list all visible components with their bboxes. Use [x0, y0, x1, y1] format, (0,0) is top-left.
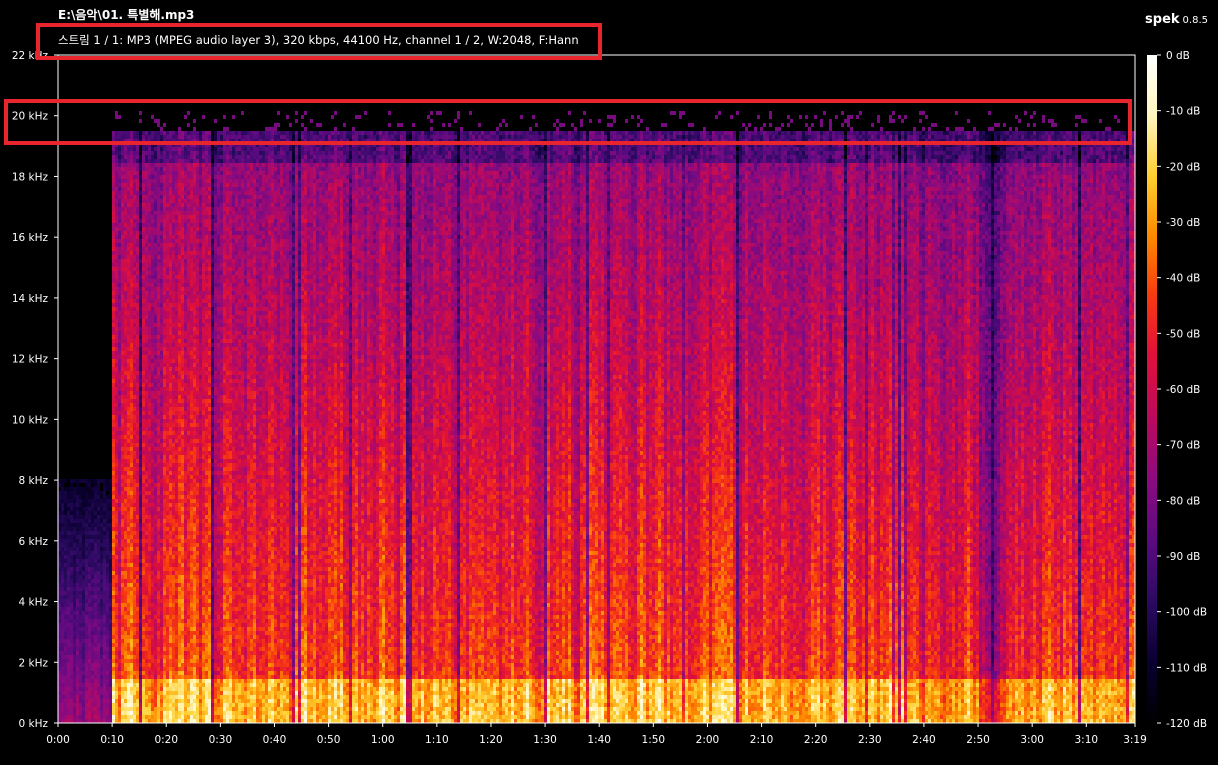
colorbar — [1147, 55, 1157, 723]
time-axis: 0:00 0:10 0:20 0:30 0:40 0:50 1:00 1:10 1:20 1:30… — [46, 723, 1147, 746]
x-tick-label: 2:20 — [804, 734, 828, 746]
colorbar-tick-label: -70 dB — [1166, 440, 1200, 452]
x-tick-label: 0:20 — [154, 734, 178, 746]
x-tick-label: 1:20 — [479, 734, 503, 746]
colorbar-tick-label: -100 dB — [1166, 607, 1207, 619]
x-tick-label: 2:40 — [912, 734, 936, 746]
colorbar-tick-label: 0 dB — [1166, 50, 1190, 62]
y-tick-label: 10 kHz — [12, 414, 49, 426]
colorbar-tick-label: -50 dB — [1166, 328, 1200, 340]
x-tick-label: 0:00 — [46, 734, 70, 746]
colorbar-tick-label: -60 dB — [1166, 384, 1200, 396]
y-tick-label: 14 kHz — [12, 293, 49, 305]
y-tick-label: 16 kHz — [12, 232, 49, 244]
frequency-axis: 0 kHz 2 kHz 4 kHz 6 kHz 8 kHz 10 kHz 12 kHz 14 … — [12, 50, 58, 730]
colorbar-tick-label: -90 dB — [1166, 551, 1200, 563]
colorbar-tick-label: -80 dB — [1166, 495, 1200, 507]
colorbar-tick-label: -30 dB — [1166, 217, 1200, 229]
x-tick-label: 3:10 — [1074, 734, 1098, 746]
x-tick-label: 0:10 — [100, 734, 124, 746]
x-tick-label: 1:10 — [425, 734, 449, 746]
x-tick-label: 3:19 — [1123, 734, 1147, 746]
y-tick-label: 6 kHz — [18, 536, 48, 548]
colorbar-tick-label: -120 dB — [1166, 718, 1207, 730]
colorbar-tick-label: -20 dB — [1166, 161, 1200, 173]
y-tick-label: 0 kHz — [18, 718, 48, 730]
stream-info-highlight-box — [36, 23, 602, 60]
colorbar-tick-label: -110 dB — [1166, 662, 1207, 674]
x-tick-label: 1:30 — [533, 734, 557, 746]
frequency-cutoff-highlight-box — [4, 99, 1132, 145]
x-tick-label: 1:40 — [587, 734, 611, 746]
y-tick-label: 8 kHz — [18, 475, 48, 487]
x-tick-label: 0:40 — [263, 734, 287, 746]
x-tick-label: 2:10 — [750, 734, 774, 746]
x-tick-label: 0:50 — [317, 734, 341, 746]
x-tick-label: 2:30 — [858, 734, 882, 746]
y-tick-label: 18 kHz — [12, 171, 49, 183]
x-tick-label: 0:30 — [209, 734, 233, 746]
y-tick-label: 2 kHz — [18, 657, 48, 669]
x-tick-label: 2:00 — [696, 734, 720, 746]
y-tick-label: 4 kHz — [18, 597, 48, 609]
colorbar-tick-label: -40 dB — [1166, 273, 1200, 285]
y-tick-label: 12 kHz — [12, 354, 49, 366]
x-tick-label: 1:50 — [642, 734, 666, 746]
x-tick-label: 3:00 — [1020, 734, 1044, 746]
colorbar-axis: 0 dB -10 dB -20 dB -30 dB -40 dB -50 dB -60 dB… — [1157, 50, 1207, 730]
x-tick-label: 1:00 — [371, 734, 395, 746]
spectrogram-heatmap — [58, 111, 1135, 723]
x-tick-label: 2:50 — [966, 734, 990, 746]
colorbar-tick-label: -10 dB — [1166, 106, 1200, 118]
